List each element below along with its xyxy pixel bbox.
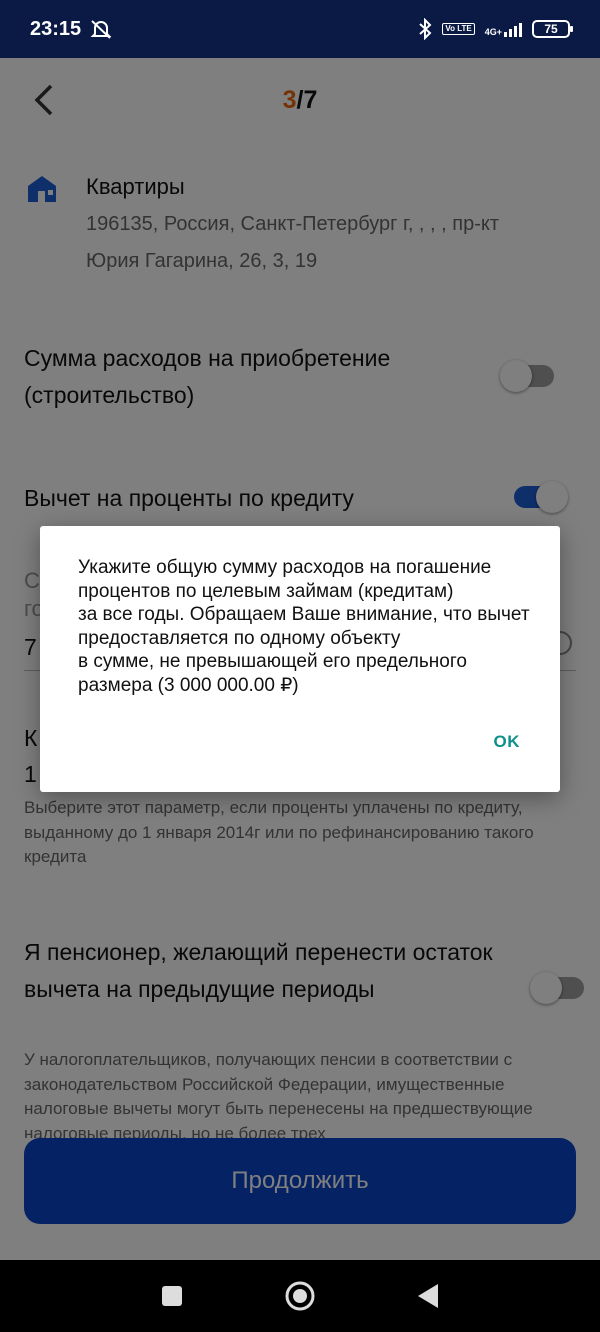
bluetooth-icon bbox=[419, 18, 432, 40]
info-dialog: Укажите общую сумму расходов на погашени… bbox=[40, 526, 560, 792]
battery-icon: 75 bbox=[532, 20, 573, 38]
network-indicator: 4G+ bbox=[485, 21, 522, 37]
dialog-message: Укажите общую сумму расходов на погашени… bbox=[78, 557, 530, 696]
status-left: 23:15 bbox=[30, 18, 113, 41]
battery-level: 75 bbox=[544, 22, 558, 36]
status-right: Vo LTE 4G+ 75 bbox=[418, 18, 573, 40]
silent-notifications-icon bbox=[90, 20, 112, 39]
dialog-ok-button[interactable]: OK bbox=[494, 732, 521, 752]
system-nav-bar bbox=[0, 1260, 600, 1332]
clock: 23:15 bbox=[30, 17, 82, 40]
network-type: 4G+ bbox=[484, 27, 502, 37]
home-icon[interactable] bbox=[284, 1280, 316, 1312]
signal-icon bbox=[504, 21, 522, 37]
back-nav-icon[interactable] bbox=[416, 1283, 440, 1309]
recent-apps-icon[interactable] bbox=[160, 1284, 184, 1308]
status-bar: 23:15 Vo LTE 4G+ 75 bbox=[0, 0, 600, 58]
volte-icon: Vo LTE bbox=[442, 23, 475, 35]
